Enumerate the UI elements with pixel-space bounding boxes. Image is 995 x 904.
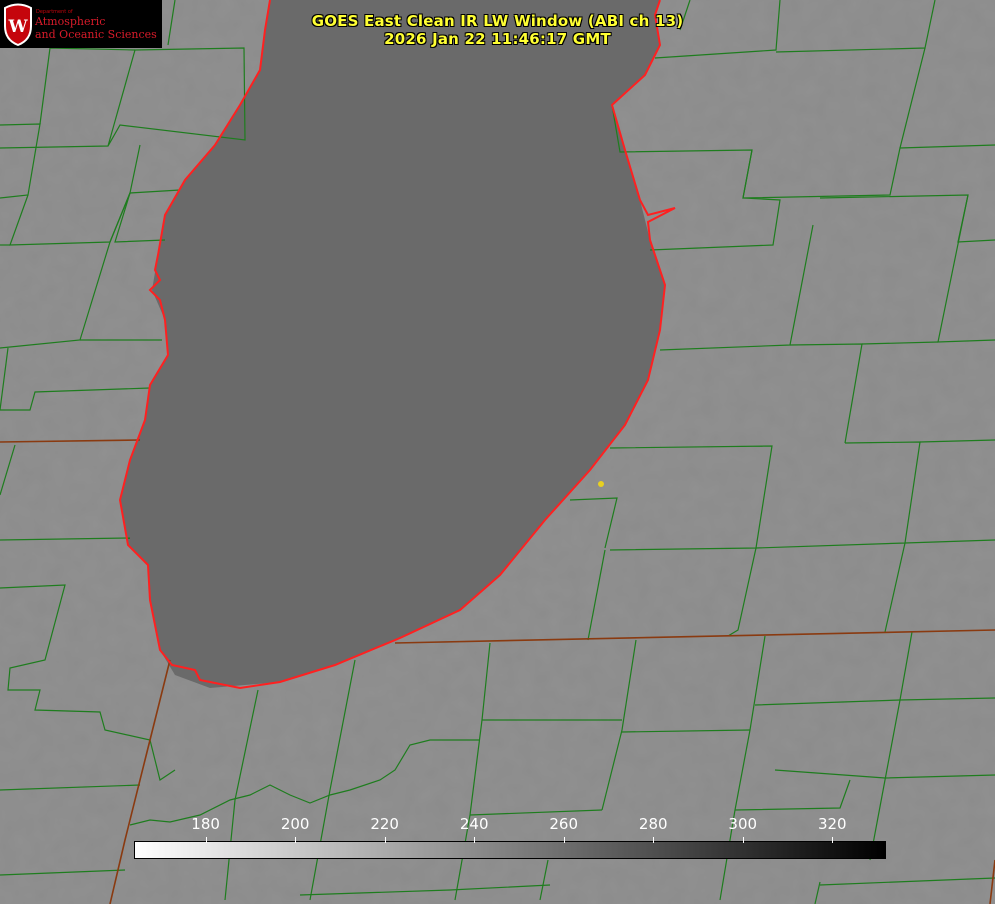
colorbar-tick-label: 260 — [549, 815, 579, 833]
colorbar-tick — [205, 837, 207, 843]
colorbar-tick — [653, 837, 655, 843]
colorbar-tick-label: 280 — [638, 815, 668, 833]
colorbar-tick — [563, 837, 565, 843]
satellite-map — [0, 0, 995, 904]
colorbar-tick-label: 220 — [370, 815, 399, 833]
colorbar-tick-label: 180 — [191, 815, 220, 833]
colorbar-tick — [742, 837, 744, 843]
colorbar-tick-label: 320 — [817, 815, 847, 833]
location-marker — [598, 481, 604, 487]
colorbar-tick — [295, 837, 297, 843]
colorbar-tick — [474, 837, 476, 843]
colorbar-tick — [832, 837, 834, 843]
image-title: GOES East Clean IR LW Window (ABI ch 13) — [311, 12, 684, 30]
colorbar-tick — [384, 837, 386, 843]
colorbar-tick-label: 240 — [459, 815, 489, 833]
colorbar-tick-label: 300 — [728, 815, 758, 833]
colorbar-gradient — [134, 841, 886, 859]
image-timestamp: 2026 Jan 22 11:46:17 GMT — [384, 30, 611, 48]
colorbar-tick-label: 200 — [280, 815, 310, 833]
